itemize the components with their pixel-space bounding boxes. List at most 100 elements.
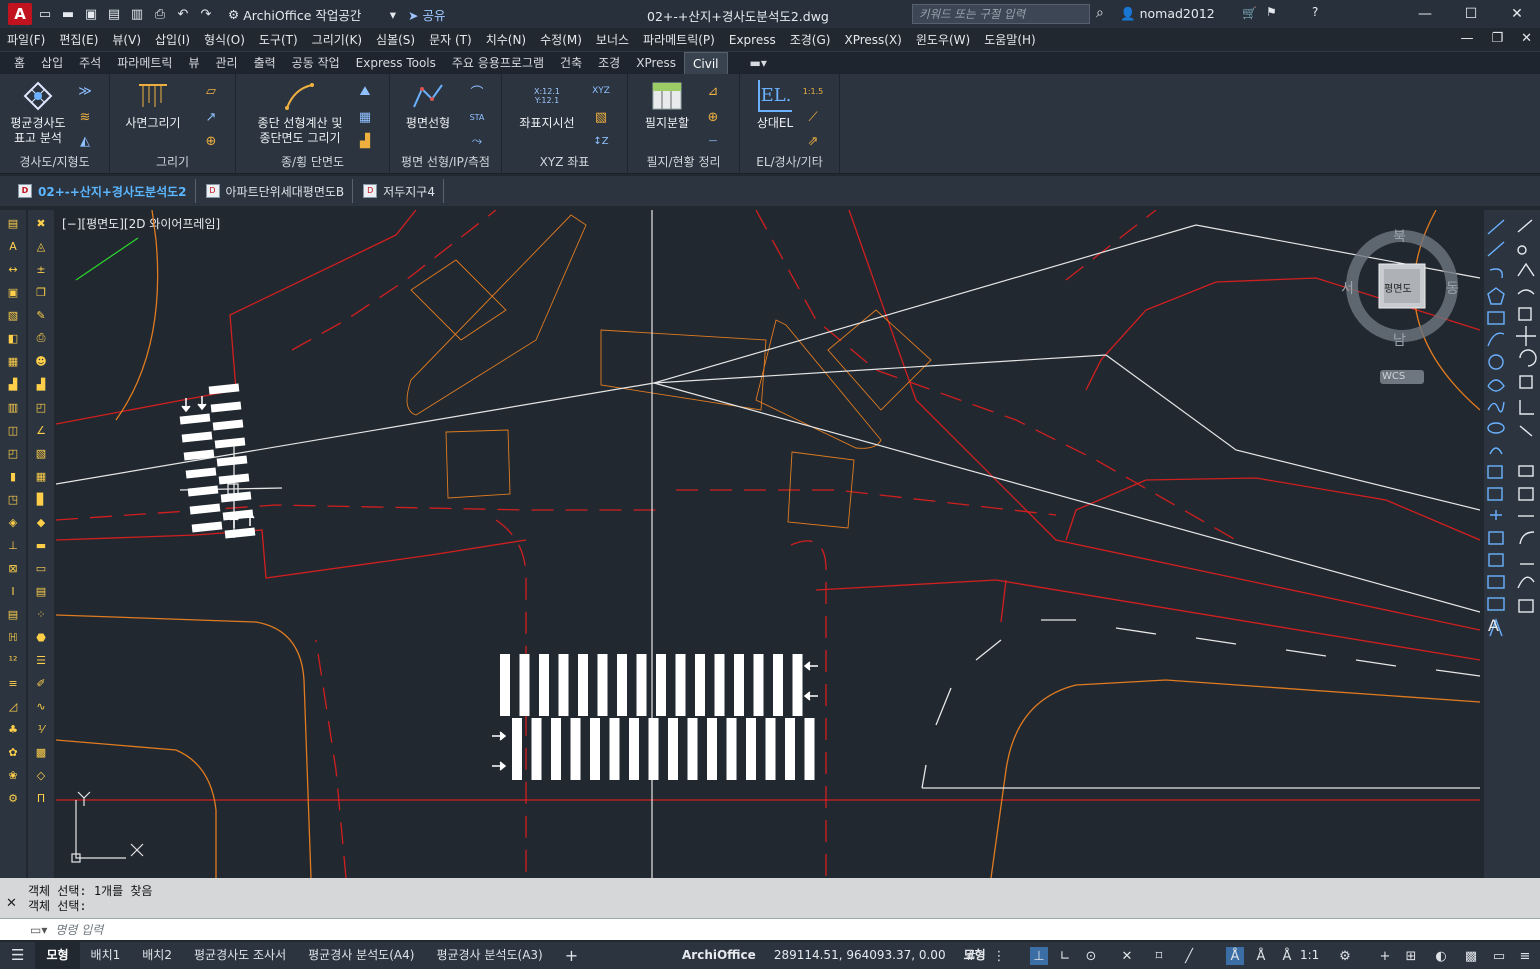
tab-home[interactable]: 홈 xyxy=(6,52,33,74)
workspace-selector[interactable]: ⚙ ArchiOffice 작업공간 ▾ xyxy=(224,4,400,24)
wcs-menu[interactable]: WCS xyxy=(1382,371,1405,382)
polygon-icon[interactable]: ▱ xyxy=(200,82,222,100)
viewcube-west[interactable]: 서 xyxy=(1341,278,1354,298)
doc-close-icon[interactable]: ✕ xyxy=(1521,31,1532,46)
dash-line-icon[interactable]: ┈ xyxy=(702,132,724,150)
chart-icon[interactable]: ▟ xyxy=(31,374,51,394)
infer-icon[interactable]: ⊥ xyxy=(1030,947,1048,965)
drawing-canvas[interactable]: [−][평면도][2D 와이어프레임] 북 남 동 서 평면도 WCS xyxy=(56,210,1480,878)
tree-icon[interactable]: ♣ xyxy=(3,719,23,739)
contour-icon[interactable]: ≫ xyxy=(74,82,96,100)
menu-format[interactable]: 형식(O) xyxy=(197,31,252,48)
tab-annotate[interactable]: 주석 xyxy=(71,52,109,74)
level-icon[interactable]: ⊥ xyxy=(3,535,23,555)
edit-icon[interactable]: ✎ xyxy=(31,305,51,325)
grid-icon[interactable]: # xyxy=(962,947,980,965)
graph-icon[interactable]: ∿ xyxy=(31,696,51,716)
hatch-pattern-icon[interactable]: ▧ xyxy=(31,443,51,463)
print-icon[interactable]: ⎙ xyxy=(31,328,51,348)
angle-icon[interactable]: ∠ xyxy=(31,420,51,440)
tab-view[interactable]: 뷰 xyxy=(180,52,207,74)
measure-icon[interactable]: ± xyxy=(31,259,51,279)
share-button[interactable]: ➤ 공유 xyxy=(408,5,445,24)
station-grid-icon[interactable]: ▦ xyxy=(354,108,376,126)
window-icon[interactable]: ◰ xyxy=(3,443,23,463)
menu-file[interactable]: 파일(F) xyxy=(0,31,52,48)
doc-minimize-icon[interactable]: — xyxy=(1460,31,1473,46)
menu-view[interactable]: 뷰(V) xyxy=(105,31,148,48)
plus-icon[interactable]: + xyxy=(1376,947,1394,965)
menu-dimension[interactable]: 치수(N) xyxy=(479,31,533,48)
command-close-icon[interactable]: ✕ xyxy=(6,896,17,911)
file-tab-2[interactable]: D 아파트단위세대평면도B xyxy=(198,179,354,203)
door-icon[interactable]: ◫ xyxy=(3,420,23,440)
viewcube-face[interactable]: 평면도 xyxy=(1384,280,1412,295)
slope-draw-button[interactable]: 사면그리기 xyxy=(120,80,186,131)
help-icon[interactable]: ? xyxy=(1312,5,1318,19)
layer-icon[interactable]: ▤ xyxy=(3,213,23,233)
upload-icon[interactable]: ▥ xyxy=(127,4,147,24)
horizontal-alignment-button[interactable]: 평면선형 xyxy=(394,80,462,131)
tab-insert[interactable]: 삽입 xyxy=(33,52,71,74)
osnap-icon[interactable]: ⌑ xyxy=(1150,947,1168,965)
search-icon[interactable]: ⌕ xyxy=(1096,5,1104,21)
layout-tab-5[interactable]: 평균경사 분석도(A3) xyxy=(425,942,553,969)
globe-icon[interactable]: ⊕ xyxy=(200,132,222,150)
slope-ratio-icon[interactable]: 1:1.5 xyxy=(802,82,824,100)
isodraft-icon[interactable]: ✕ xyxy=(1118,947,1136,965)
menu-help[interactable]: 도움말(H) xyxy=(977,31,1043,48)
layout-tab-4[interactable]: 평균경사 분석도(A4) xyxy=(297,942,425,969)
user-account[interactable]: 👤 nomad2012 xyxy=(1120,6,1215,22)
close-icon[interactable]: ✕ xyxy=(1494,0,1540,28)
tab-architecture[interactable]: 건축 xyxy=(552,52,590,74)
ramp-icon[interactable]: ◿ xyxy=(3,696,23,716)
snap-icon[interactable]: ⋮ xyxy=(990,947,1008,965)
ratio-icon[interactable]: ⅟ xyxy=(31,719,51,739)
pen-icon[interactable]: ✐ xyxy=(31,673,51,693)
stairs-icon[interactable]: ▟ xyxy=(3,374,23,394)
profile-calc-button[interactable]: 종단 선형계산 및 종단면도 그리기 xyxy=(244,80,356,146)
elevation-icon[interactable]: ℍ xyxy=(3,627,23,647)
shape-icon[interactable]: ◇ xyxy=(31,765,51,785)
grade-icon[interactable]: ⟋ xyxy=(802,108,824,126)
view-cube[interactable] xyxy=(1342,224,1462,394)
file-tab-1[interactable]: D 02+-+산지+경사도분석도2 xyxy=(10,179,196,203)
coordinate-leader-button[interactable]: X:12.1 Y:12.1 좌표지시선 xyxy=(510,80,584,131)
save-icon[interactable]: ▣ xyxy=(81,4,101,24)
block-icon[interactable]: ▣ xyxy=(3,282,23,302)
triangle-icon[interactable]: ⊿ xyxy=(702,82,724,100)
plant-icon[interactable]: ✿ xyxy=(3,742,23,762)
tab-parametric[interactable]: 파라메트릭 xyxy=(109,52,180,74)
gear-icon[interactable]: ⚙ xyxy=(3,788,23,808)
tab-featured-apps[interactable]: 주요 응용프로그램 xyxy=(444,52,552,74)
menu-window[interactable]: 윈도우(W) xyxy=(909,31,977,48)
layout-menu-icon[interactable]: ☰ xyxy=(0,942,35,969)
parcel-split-button[interactable]: 필지분할 xyxy=(632,80,702,131)
menu-draw[interactable]: 그리기(K) xyxy=(305,31,369,48)
hardware-icon[interactable]: ▩ xyxy=(1462,947,1480,965)
open-icon[interactable]: ▬ xyxy=(58,4,78,24)
list-icon[interactable]: ☰ xyxy=(31,650,51,670)
multiline-text-icon[interactable]: A xyxy=(1488,616,1499,635)
menu-bonus[interactable]: 보너스 xyxy=(589,31,636,48)
command-prompt-icon[interactable]: ▭▾ xyxy=(30,923,47,937)
settings-gear-icon[interactable]: ⚙ xyxy=(1336,947,1354,965)
shrub-icon[interactable]: ❀ xyxy=(3,765,23,785)
wall-icon[interactable]: ▥ xyxy=(3,397,23,417)
tab-landscape[interactable]: 조경 xyxy=(590,52,628,74)
tab-express-tools[interactable]: Express Tools xyxy=(348,52,444,74)
customize-icon[interactable]: ≡ xyxy=(1516,947,1534,965)
text-style-icon[interactable]: A xyxy=(3,236,23,256)
add-layout-button[interactable]: + xyxy=(554,942,589,969)
save-as-icon[interactable]: ▤ xyxy=(104,4,124,24)
hatch-icon[interactable]: ▧ xyxy=(3,305,23,325)
symbol-icon[interactable]: ◈ xyxy=(3,512,23,532)
column-icon[interactable]: ▮ xyxy=(3,466,23,486)
person-icon[interactable]: ☻ xyxy=(31,351,51,371)
ladder-icon[interactable]: ≡ xyxy=(3,673,23,693)
annotation-scale[interactable]: 1:1 xyxy=(1300,948,1319,962)
menu-modify[interactable]: 수정(M) xyxy=(533,31,589,48)
units-icon[interactable]: ⊞ xyxy=(1402,947,1420,965)
menu-parametric[interactable]: 파라메트릭(P) xyxy=(636,31,722,48)
layout-tab-3[interactable]: 평균경사도 조사서 xyxy=(183,942,297,969)
